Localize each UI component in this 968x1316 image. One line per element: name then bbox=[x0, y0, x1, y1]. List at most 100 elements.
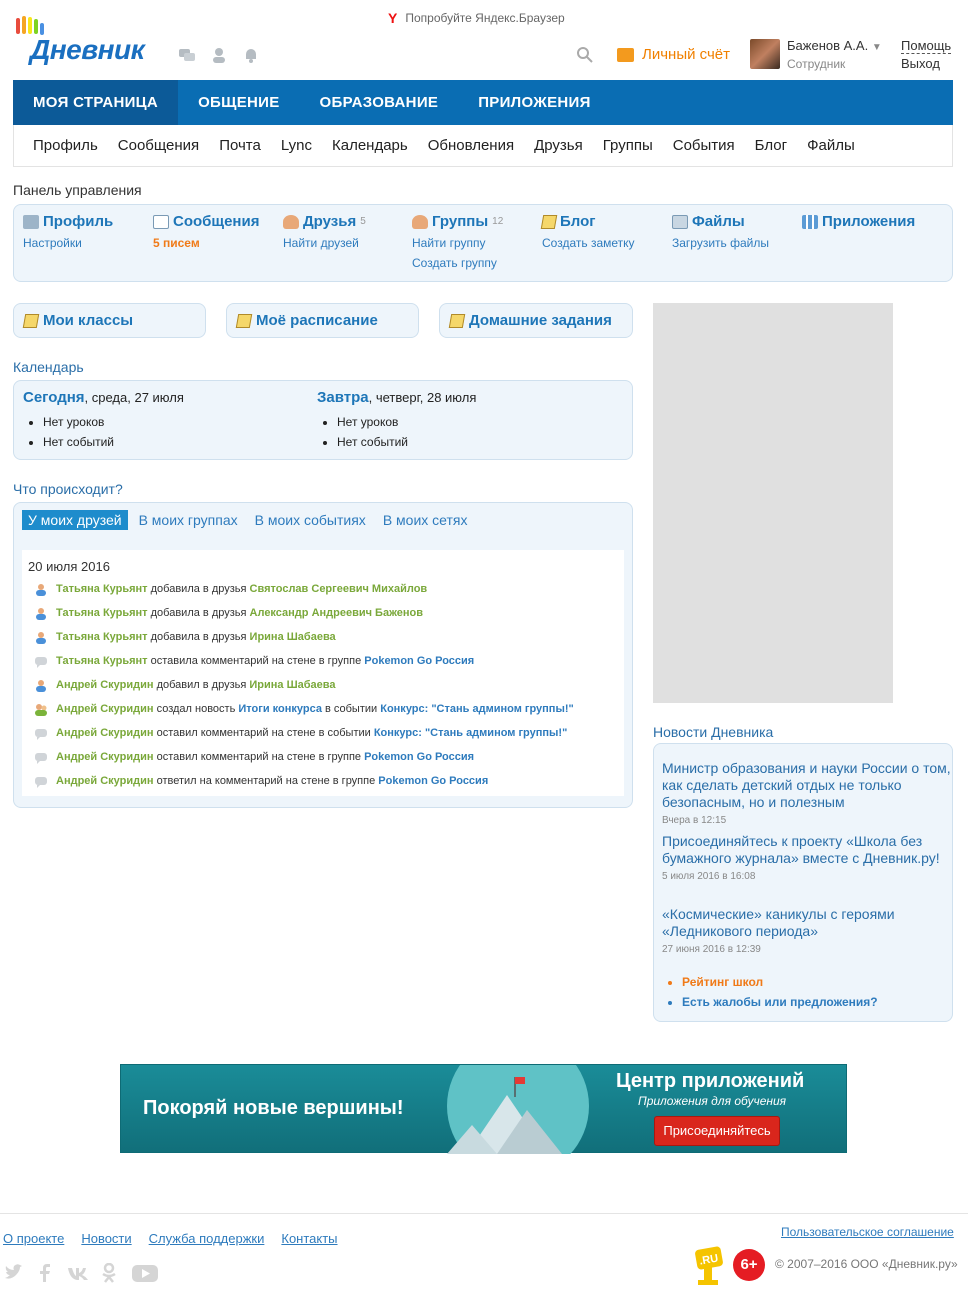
activity-title[interactable]: Что происходит? bbox=[13, 481, 123, 497]
vk-icon[interactable] bbox=[67, 1263, 88, 1283]
tomorrow-link[interactable]: Завтра bbox=[317, 389, 369, 406]
logo-text: Дневник bbox=[30, 34, 145, 65]
actor-link[interactable]: Андрей Скуридин bbox=[56, 679, 154, 691]
apps-center-banner[interactable]: Покоряй новые вершины! Центр приложений … bbox=[120, 1064, 847, 1154]
tab-friends[interactable]: У моих друзей bbox=[22, 510, 128, 530]
subnav-mail[interactable]: Почта bbox=[219, 137, 261, 154]
actor-link[interactable]: Татьяна Курьянт bbox=[56, 583, 148, 595]
account-link[interactable]: Личный счёт bbox=[617, 46, 730, 63]
comment-icon bbox=[34, 775, 48, 788]
avatar[interactable] bbox=[750, 39, 780, 69]
footer-contacts-link[interactable]: Контакты bbox=[281, 1231, 337, 1246]
logo[interactable]: Дневник bbox=[12, 16, 162, 68]
activity-text: Андрей Скуридин оставил комментарий на с… bbox=[56, 751, 474, 763]
target-link[interactable]: Конкурс: "Стань админом группы!" bbox=[380, 703, 573, 715]
user-menu[interactable]: Баженов А.А. ▼ bbox=[787, 38, 882, 53]
actor-link[interactable]: Андрей Скуридин bbox=[56, 751, 154, 763]
age-rating-badge: 6+ bbox=[733, 1249, 765, 1281]
target-link[interactable]: Ирина Шабаева bbox=[249, 679, 335, 691]
subnav-files[interactable]: Файлы bbox=[807, 137, 855, 154]
search-icon[interactable] bbox=[576, 46, 594, 64]
chat-icon[interactable] bbox=[178, 46, 196, 64]
subnav-lync[interactable]: Lync bbox=[281, 137, 312, 154]
target-link[interactable]: Александр Андреевич Баженов bbox=[250, 607, 423, 619]
today-events: Нет событий bbox=[43, 432, 184, 452]
news-item-link[interactable]: Присоединяйтесь к проекту «Школа без бум… bbox=[662, 833, 952, 867]
group-icon bbox=[412, 214, 428, 229]
activity-text: Андрей Скуридин оставил комментарий на с… bbox=[56, 727, 567, 739]
subnav-calendar[interactable]: Календарь bbox=[332, 137, 408, 154]
my-classes-button[interactable]: Мои классы bbox=[13, 303, 206, 338]
today-link[interactable]: Сегодня bbox=[23, 389, 85, 406]
nav-apps[interactable]: ПРИЛОЖЕНИЯ bbox=[458, 80, 611, 125]
wallet-icon bbox=[617, 47, 634, 62]
footer-news-link[interactable]: Новости bbox=[81, 1231, 131, 1246]
cp-profile[interactable]: Профиль bbox=[23, 213, 113, 230]
actor-link[interactable]: Андрей Скуридин bbox=[56, 703, 154, 715]
user-role: Сотрудник bbox=[787, 57, 846, 71]
actor-link[interactable]: Татьяна Курьянт bbox=[56, 607, 148, 619]
exit-link[interactable]: Выход bbox=[901, 56, 940, 71]
target-link[interactable]: Святослав Сергеевич Михайлов bbox=[250, 583, 428, 595]
cp-create-note-link[interactable]: Создать заметку bbox=[542, 236, 635, 250]
subnav-blog[interactable]: Блог bbox=[755, 137, 787, 154]
subnav-updates[interactable]: Обновления bbox=[428, 137, 514, 154]
footer-about-link[interactable]: О проекте bbox=[3, 1231, 64, 1246]
news-item-link[interactable]: «Космические» каникулы с героями «Ледник… bbox=[662, 906, 952, 940]
subnav-messages[interactable]: Сообщения bbox=[118, 137, 199, 154]
actor-link[interactable]: Татьяна Курьянт bbox=[56, 631, 148, 643]
subnav-events[interactable]: События bbox=[673, 137, 735, 154]
actor-link[interactable]: Татьяна Курьянт bbox=[56, 655, 148, 667]
cp-find-friends-link[interactable]: Найти друзей bbox=[283, 236, 366, 250]
tab-networks[interactable]: В моих сетях bbox=[377, 510, 474, 530]
school-rating-link[interactable]: Рейтинг школ bbox=[682, 972, 878, 992]
my-schedule-button[interactable]: Моё расписание bbox=[226, 303, 419, 338]
user-agreement-link[interactable]: Пользовательское соглашение bbox=[781, 1225, 954, 1239]
news-title[interactable]: Новости Дневника bbox=[653, 724, 773, 740]
cp-letters-link[interactable]: 5 писем bbox=[153, 236, 259, 250]
subnav-profile[interactable]: Профиль bbox=[33, 137, 98, 154]
cp-blog[interactable]: Блог bbox=[540, 213, 635, 230]
cp-friends[interactable]: Друзья 5 bbox=[283, 213, 366, 230]
target-link[interactable]: Итоги конкурса bbox=[238, 703, 322, 715]
person-icon[interactable] bbox=[210, 46, 228, 64]
tomorrow-lessons: Нет уроков bbox=[337, 412, 476, 432]
target-link[interactable]: Pokemon Go Россия bbox=[364, 655, 474, 667]
target-link[interactable]: Конкурс: "Стань админом группы!" bbox=[374, 727, 567, 739]
twitter-icon[interactable] bbox=[3, 1263, 23, 1283]
news-item-link[interactable]: Министр образования и науки России о том… bbox=[662, 760, 952, 811]
tab-groups[interactable]: В моих группах bbox=[133, 510, 244, 530]
target-link[interactable]: Ирина Шабаева bbox=[250, 631, 336, 643]
nav-communication[interactable]: ОБЩЕНИЕ bbox=[178, 80, 299, 125]
cp-files[interactable]: Файлы bbox=[672, 213, 769, 230]
cp-messages[interactable]: Сообщения bbox=[153, 213, 259, 230]
subnav-groups[interactable]: Группы bbox=[603, 137, 653, 154]
cp-upload-files-link[interactable]: Загрузить файлы bbox=[672, 236, 769, 250]
activity-action: добавила в друзья bbox=[147, 607, 250, 619]
target-link[interactable]: Pokemon Go Россия bbox=[378, 775, 488, 787]
bell-icon[interactable] bbox=[242, 46, 260, 64]
cp-apps[interactable]: Приложения bbox=[802, 213, 915, 230]
target-link[interactable]: Pokemon Go Россия bbox=[364, 751, 474, 763]
facebook-icon[interactable] bbox=[35, 1263, 55, 1283]
nav-my-page[interactable]: МОЯ СТРАНИЦА bbox=[13, 80, 179, 125]
odnoklassniki-icon[interactable] bbox=[99, 1262, 119, 1283]
cp-settings-link[interactable]: Настройки bbox=[23, 236, 113, 250]
calendar-title[interactable]: Календарь bbox=[13, 359, 84, 375]
nav-education[interactable]: ОБРАЗОВАНИЕ bbox=[300, 80, 459, 125]
cp-groups[interactable]: Группы 12 bbox=[412, 213, 503, 230]
help-link[interactable]: Помощь bbox=[901, 38, 952, 54]
tab-events[interactable]: В моих событиях bbox=[249, 510, 372, 530]
actor-link[interactable]: Андрей Скуридин bbox=[56, 727, 154, 739]
cp-create-group-link[interactable]: Создать группу bbox=[412, 256, 503, 270]
feedback-link[interactable]: Есть жалобы или предложения? bbox=[682, 992, 878, 1012]
activity-text: Татьяна Курьянт добавила в друзья Алекса… bbox=[56, 607, 423, 619]
footer-support-link[interactable]: Служба поддержки bbox=[149, 1231, 265, 1246]
join-button[interactable]: Присоединяйтесь bbox=[654, 1116, 780, 1146]
actor-link[interactable]: Андрей Скуридин bbox=[56, 775, 154, 787]
youtube-icon[interactable] bbox=[131, 1263, 158, 1283]
person-icon bbox=[34, 583, 48, 596]
subnav-friends[interactable]: Друзья bbox=[534, 137, 583, 154]
homework-button[interactable]: Домашние задания bbox=[439, 303, 633, 338]
cp-find-group-link[interactable]: Найти группу bbox=[412, 236, 503, 250]
